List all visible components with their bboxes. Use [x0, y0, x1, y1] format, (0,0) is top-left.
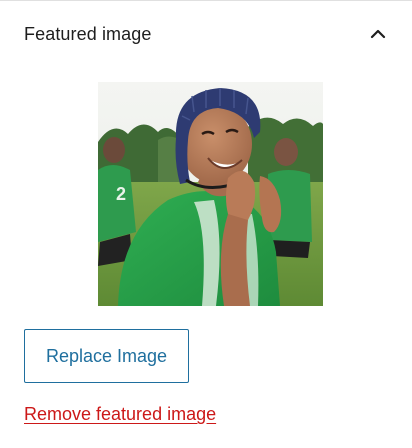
featured-image-photo: 2: [98, 82, 323, 306]
svg-text:2: 2: [116, 184, 126, 204]
featured-image-preview[interactable]: 2: [98, 82, 323, 306]
replace-image-button[interactable]: Replace Image: [24, 329, 189, 383]
panel-header-toggle[interactable]: Featured image: [0, 1, 412, 67]
featured-image-panel: Featured image 2 Replace Image Remove fe…: [0, 0, 412, 448]
chevron-up-icon[interactable]: [366, 22, 390, 46]
panel-title: Featured image: [24, 23, 152, 44]
remove-featured-image-link[interactable]: Remove featured image: [24, 404, 216, 425]
